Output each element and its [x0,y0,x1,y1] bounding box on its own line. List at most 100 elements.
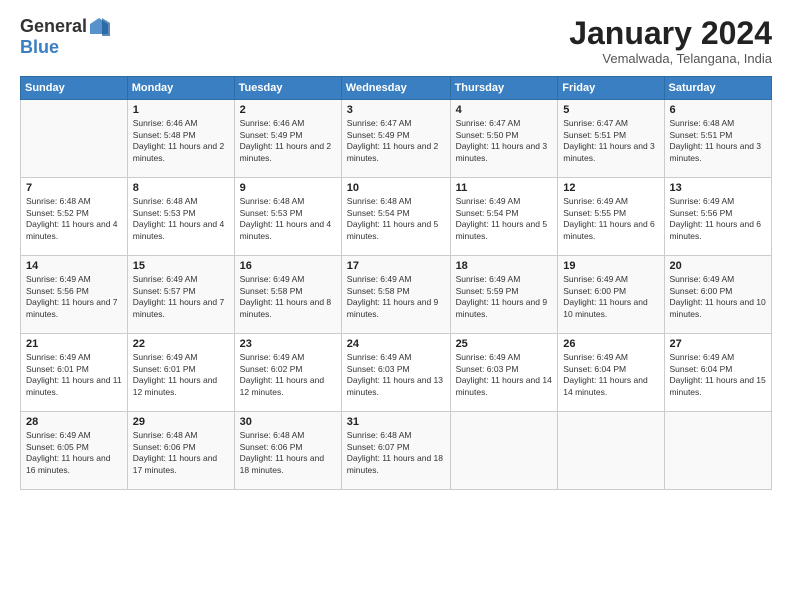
sunrise-text: Sunrise: 6:49 AM [670,196,735,206]
sunrise-text: Sunrise: 6:46 AM [240,118,305,128]
calendar-week-row: 28 Sunrise: 6:49 AM Sunset: 6:05 PM Dayl… [21,412,772,490]
day-number: 7 [26,182,122,194]
cell-info: Sunrise: 6:49 AM Sunset: 6:01 PM Dayligh… [26,352,122,398]
day-number: 19 [563,260,658,272]
sunset-text: Sunset: 6:07 PM [347,442,410,452]
daylight-text: Daylight: 11 hours and 18 minutes. [347,453,443,474]
sunrise-text: Sunrise: 6:49 AM [26,274,91,284]
day-number: 25 [456,338,553,350]
sunset-text: Sunset: 5:57 PM [133,286,196,296]
table-row: 27 Sunrise: 6:49 AM Sunset: 6:04 PM Dayl… [664,334,771,412]
sunset-text: Sunset: 6:02 PM [240,364,303,374]
daylight-text: Daylight: 11 hours and 3 minutes. [670,141,762,162]
table-row: 6 Sunrise: 6:48 AM Sunset: 5:51 PM Dayli… [664,100,771,178]
table-row: 14 Sunrise: 6:49 AM Sunset: 5:56 PM Dayl… [21,256,128,334]
cell-info: Sunrise: 6:49 AM Sunset: 5:56 PM Dayligh… [26,274,122,320]
table-row: 31 Sunrise: 6:48 AM Sunset: 6:07 PM Dayl… [341,412,450,490]
cell-info: Sunrise: 6:49 AM Sunset: 6:03 PM Dayligh… [456,352,553,398]
day-number: 18 [456,260,553,272]
daylight-text: Daylight: 11 hours and 10 minutes. [670,297,766,318]
cell-info: Sunrise: 6:49 AM Sunset: 6:00 PM Dayligh… [670,274,766,320]
cell-info: Sunrise: 6:49 AM Sunset: 6:04 PM Dayligh… [670,352,766,398]
daylight-text: Daylight: 11 hours and 3 minutes. [563,141,655,162]
day-number: 6 [670,104,766,116]
day-number: 17 [347,260,445,272]
table-row [21,100,128,178]
day-number: 5 [563,104,658,116]
daylight-text: Daylight: 11 hours and 9 minutes. [456,297,548,318]
sunrise-text: Sunrise: 6:49 AM [670,352,735,362]
table-row: 16 Sunrise: 6:49 AM Sunset: 5:58 PM Dayl… [234,256,341,334]
col-monday: Monday [127,77,234,100]
sunrise-text: Sunrise: 6:49 AM [347,352,412,362]
table-row: 12 Sunrise: 6:49 AM Sunset: 5:55 PM Dayl… [558,178,664,256]
page: General Blue January 2024 Vemalwada, Tel… [0,0,792,612]
sunrise-text: Sunrise: 6:49 AM [133,352,198,362]
daylight-text: Daylight: 11 hours and 8 minutes. [240,297,332,318]
sunrise-text: Sunrise: 6:48 AM [240,430,305,440]
sunset-text: Sunset: 5:54 PM [456,208,519,218]
cell-info: Sunrise: 6:49 AM Sunset: 5:54 PM Dayligh… [456,196,553,242]
day-number: 26 [563,338,658,350]
day-number: 13 [670,182,766,194]
table-row: 30 Sunrise: 6:48 AM Sunset: 6:06 PM Dayl… [234,412,341,490]
day-number: 3 [347,104,445,116]
table-row: 20 Sunrise: 6:49 AM Sunset: 6:00 PM Dayl… [664,256,771,334]
col-friday: Friday [558,77,664,100]
daylight-text: Daylight: 11 hours and 17 minutes. [133,453,217,474]
day-number: 27 [670,338,766,350]
table-row: 7 Sunrise: 6:48 AM Sunset: 5:52 PM Dayli… [21,178,128,256]
day-number: 28 [26,416,122,428]
cell-info: Sunrise: 6:49 AM Sunset: 6:02 PM Dayligh… [240,352,336,398]
daylight-text: Daylight: 11 hours and 6 minutes. [563,219,655,240]
day-number: 1 [133,104,229,116]
table-row: 26 Sunrise: 6:49 AM Sunset: 6:04 PM Dayl… [558,334,664,412]
sunrise-text: Sunrise: 6:49 AM [347,274,412,284]
sunset-text: Sunset: 6:00 PM [563,286,626,296]
sunrise-text: Sunrise: 6:49 AM [240,274,305,284]
col-thursday: Thursday [450,77,558,100]
sunrise-text: Sunrise: 6:48 AM [240,196,305,206]
logo: General Blue [20,16,110,58]
table-row: 5 Sunrise: 6:47 AM Sunset: 5:51 PM Dayli… [558,100,664,178]
daylight-text: Daylight: 11 hours and 18 minutes. [240,453,324,474]
cell-info: Sunrise: 6:48 AM Sunset: 6:06 PM Dayligh… [133,430,229,476]
day-number: 24 [347,338,445,350]
calendar-table: Sunday Monday Tuesday Wednesday Thursday… [20,76,772,490]
sunset-text: Sunset: 6:03 PM [347,364,410,374]
daylight-text: Daylight: 11 hours and 10 minutes. [563,297,647,318]
sunset-text: Sunset: 6:06 PM [133,442,196,452]
cell-info: Sunrise: 6:47 AM Sunset: 5:49 PM Dayligh… [347,118,445,164]
table-row: 11 Sunrise: 6:49 AM Sunset: 5:54 PM Dayl… [450,178,558,256]
daylight-text: Daylight: 11 hours and 12 minutes. [133,375,217,396]
cell-info: Sunrise: 6:49 AM Sunset: 6:01 PM Dayligh… [133,352,229,398]
sunset-text: Sunset: 5:58 PM [240,286,303,296]
daylight-text: Daylight: 11 hours and 4 minutes. [26,219,118,240]
sunrise-text: Sunrise: 6:49 AM [456,196,521,206]
logo-general-text: General [20,17,87,37]
month-title: January 2024 [569,16,772,51]
cell-info: Sunrise: 6:49 AM Sunset: 6:03 PM Dayligh… [347,352,445,398]
table-row: 9 Sunrise: 6:48 AM Sunset: 5:53 PM Dayli… [234,178,341,256]
sunset-text: Sunset: 5:49 PM [240,130,303,140]
sunrise-text: Sunrise: 6:49 AM [456,352,521,362]
calendar-header-row: Sunday Monday Tuesday Wednesday Thursday… [21,77,772,100]
table-row: 19 Sunrise: 6:49 AM Sunset: 6:00 PM Dayl… [558,256,664,334]
table-row: 3 Sunrise: 6:47 AM Sunset: 5:49 PM Dayli… [341,100,450,178]
cell-info: Sunrise: 6:49 AM Sunset: 6:04 PM Dayligh… [563,352,658,398]
sunrise-text: Sunrise: 6:47 AM [563,118,628,128]
sunset-text: Sunset: 5:51 PM [670,130,733,140]
cell-info: Sunrise: 6:49 AM Sunset: 5:58 PM Dayligh… [347,274,445,320]
sunset-text: Sunset: 6:04 PM [670,364,733,374]
table-row: 4 Sunrise: 6:47 AM Sunset: 5:50 PM Dayli… [450,100,558,178]
day-number: 8 [133,182,229,194]
logo-icon [88,16,110,38]
daylight-text: Daylight: 11 hours and 9 minutes. [347,297,439,318]
cell-info: Sunrise: 6:48 AM Sunset: 5:54 PM Dayligh… [347,196,445,242]
cell-info: Sunrise: 6:49 AM Sunset: 6:05 PM Dayligh… [26,430,122,476]
calendar-week-row: 21 Sunrise: 6:49 AM Sunset: 6:01 PM Dayl… [21,334,772,412]
cell-info: Sunrise: 6:49 AM Sunset: 5:55 PM Dayligh… [563,196,658,242]
day-number: 12 [563,182,658,194]
table-row: 13 Sunrise: 6:49 AM Sunset: 5:56 PM Dayl… [664,178,771,256]
daylight-text: Daylight: 11 hours and 5 minutes. [347,219,439,240]
